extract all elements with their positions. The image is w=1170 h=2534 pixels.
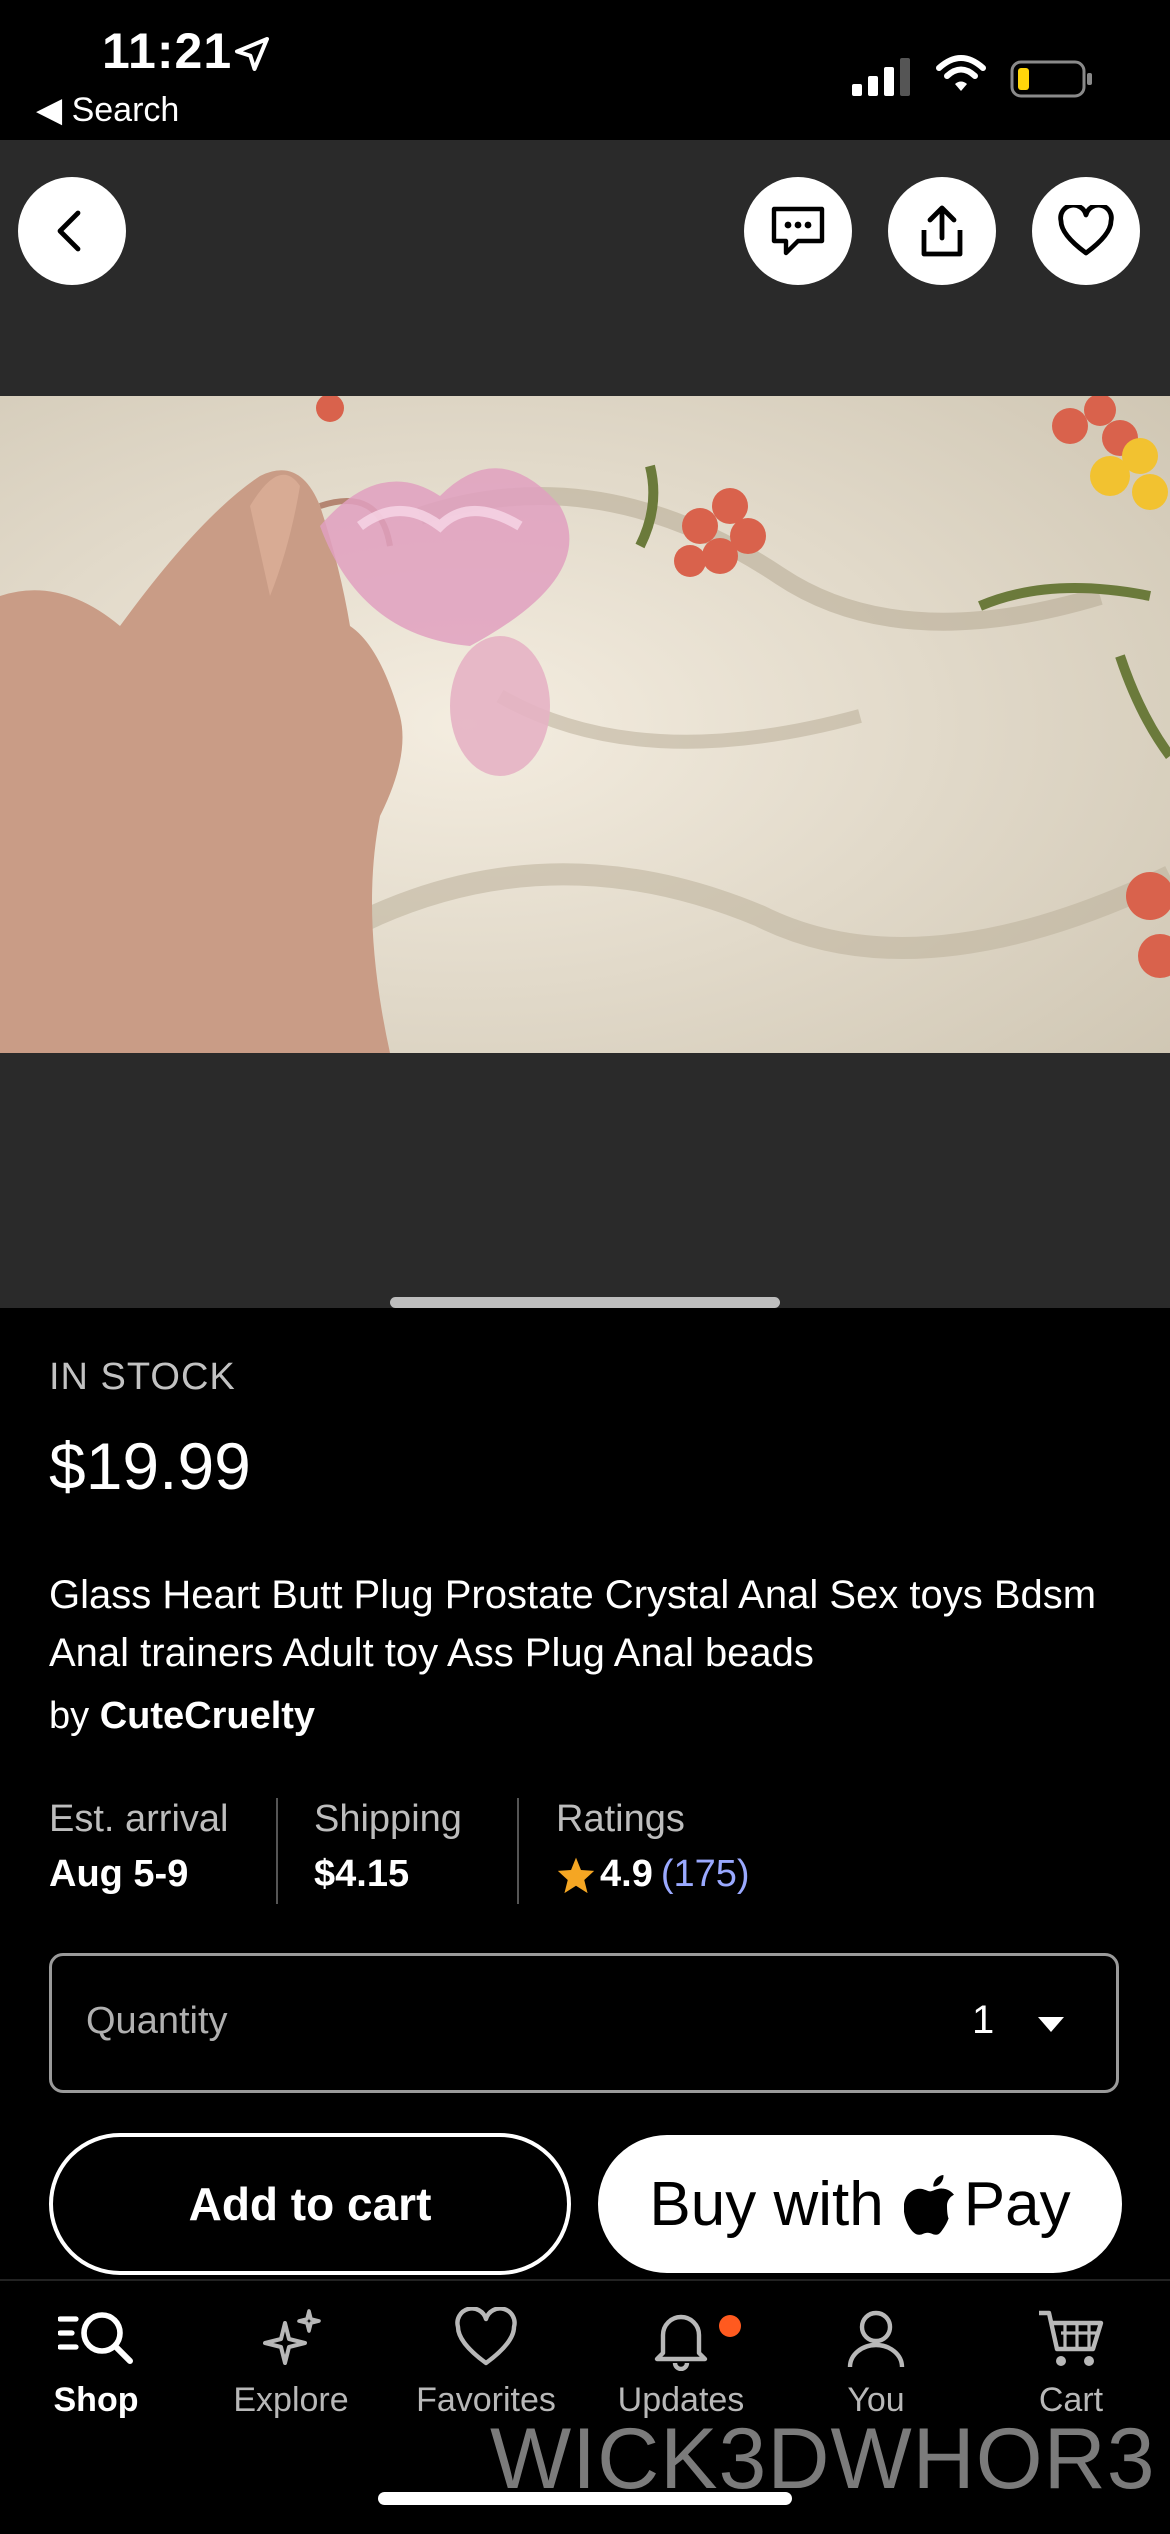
- share-icon: [921, 205, 963, 257]
- status-bar: 11:21 ◀ Search: [0, 0, 1170, 140]
- ratings-label: Ratings: [556, 1798, 685, 1840]
- bell-icon: [654, 2314, 708, 2371]
- shipping-value: $4.15: [314, 1853, 410, 1895]
- quantity-label: Quantity: [86, 2000, 228, 2042]
- person-icon: [847, 2310, 905, 2368]
- caret-down-icon: [1038, 2017, 1064, 2032]
- shop-byline: by CuteCruelty: [49, 1695, 315, 1738]
- location-arrow-icon: [235, 37, 269, 71]
- divider: [276, 1798, 278, 1904]
- tab-favorites[interactable]: Favorites: [396, 2307, 576, 2420]
- wifi-icon: [936, 55, 986, 91]
- product-photo-illustration: [0, 396, 1170, 1053]
- price: $19.99: [49, 1429, 251, 1503]
- heart-icon: [455, 2307, 517, 2366]
- add-to-cart-button[interactable]: Add to cart: [49, 2133, 571, 2275]
- notification-dot: [719, 2315, 741, 2337]
- divider: [517, 1798, 519, 1904]
- buy-with-label: Buy with: [649, 2169, 884, 2239]
- shipping-label: Shipping: [314, 1798, 462, 1840]
- tab-you[interactable]: You: [786, 2307, 966, 2420]
- ratings-value-row: 4.9 (175): [556, 1853, 750, 1896]
- estimated-arrival: Est. arrival Aug 5-9: [49, 1798, 228, 1896]
- share-button[interactable]: [888, 177, 996, 285]
- ratings-info[interactable]: Ratings 4.9 (175): [556, 1798, 750, 1896]
- message-icon: [771, 206, 825, 256]
- sheet-drag-handle[interactable]: [390, 1297, 780, 1308]
- back-button[interactable]: [18, 177, 126, 285]
- tab-label: Explore: [233, 2381, 349, 2419]
- arrival-value: Aug 5-9: [49, 1853, 189, 1895]
- shipping-info: Shipping $4.15: [314, 1798, 462, 1896]
- status-time: 11:21: [102, 23, 233, 79]
- product-photo[interactable]: [0, 396, 1170, 1053]
- battery-icon: [1010, 60, 1092, 98]
- heart-icon: [1058, 205, 1114, 256]
- search-icon: [58, 2312, 133, 2364]
- home-indicator[interactable]: [378, 2492, 792, 2505]
- rating-value: 4.9: [600, 1853, 653, 1895]
- tab-explore[interactable]: Explore: [201, 2307, 381, 2420]
- apple-logo-icon: [903, 2175, 954, 2235]
- arrival-label: Est. arrival: [49, 1798, 229, 1840]
- message-seller-button[interactable]: [744, 177, 852, 285]
- sparkle-icon: [263, 2309, 321, 2365]
- quantity-select[interactable]: Quantity 1: [49, 1953, 1119, 2093]
- tab-shop[interactable]: Shop: [6, 2307, 186, 2420]
- back-to-search-link[interactable]: ◀ Search: [36, 90, 179, 130]
- favorite-button[interactable]: [1032, 177, 1140, 285]
- rating-count-link[interactable]: (175): [661, 1853, 750, 1896]
- product-title: Glass Heart Butt Plug Prostate Crystal A…: [49, 1573, 1097, 1675]
- pay-label: Pay: [963, 2169, 1071, 2239]
- cart-icon: [1039, 2310, 1104, 2366]
- tab-cart[interactable]: Cart: [981, 2307, 1161, 2420]
- by-prefix: by: [49, 1695, 90, 1737]
- quantity-value: 1: [972, 1998, 995, 2042]
- stock-status: IN STOCK: [49, 1356, 236, 1398]
- shop-name-link[interactable]: CuteCruelty: [100, 1695, 315, 1737]
- tab-updates[interactable]: Updates: [591, 2307, 771, 2420]
- chevron-left-icon: [57, 210, 81, 252]
- cellular-signal-icon: [852, 58, 910, 96]
- tab-label: Shop: [53, 2381, 139, 2419]
- buy-with-apple-pay-button[interactable]: Buy with Pay: [598, 2135, 1122, 2273]
- star-icon: [557, 1857, 595, 1893]
